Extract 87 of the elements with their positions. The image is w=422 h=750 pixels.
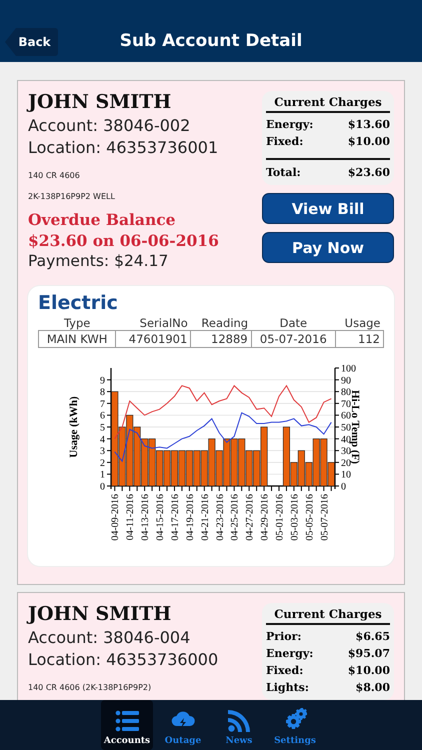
column-header: SerialNo <box>116 316 191 330</box>
date-label: 04-09-2016 <box>110 494 121 541</box>
axis-tick-label: 70 <box>340 398 350 410</box>
date-label: 04-25-2016 <box>229 494 240 541</box>
axis-tick-label: 4 <box>100 434 104 446</box>
charge-label: Lights: <box>266 680 309 696</box>
axis-tick-label: 10 <box>340 470 350 481</box>
axis-tick-label: 0 <box>100 482 104 492</box>
axis-tick-label: 2 <box>100 458 104 469</box>
axis-tick-label: 100 <box>340 364 356 374</box>
charge-label: Fixed: <box>266 134 304 150</box>
axis-tick-label: 5 <box>100 422 104 434</box>
charge-amount: $10.00 <box>348 134 390 150</box>
location-number: Location: 46353736000 <box>28 649 218 671</box>
charge-amount: $95.07 <box>348 646 390 662</box>
axis-tick-label: 80 <box>340 387 350 398</box>
column-header: Date <box>251 316 336 330</box>
pay-now-button[interactable]: Pay Now <box>262 232 394 263</box>
charge-amount: $13.60 <box>348 117 390 133</box>
account-number: Account: 38046-002 <box>28 115 190 137</box>
axis-tick-label: 20 <box>340 458 350 469</box>
payments-text: Payments: $24.17 <box>28 251 168 272</box>
axis-tick-label: 50 <box>340 422 350 434</box>
account-holder-name: JOHN SMITH <box>28 603 172 625</box>
address-text: 140 CR 4606 <box>28 171 80 180</box>
date-label: 04-27-2016 <box>244 494 256 541</box>
date-label: 05-07-2016 <box>318 494 330 541</box>
account-holder-name: JOHN SMITH <box>28 91 172 113</box>
charge-amount: $10.00 <box>348 663 390 679</box>
overdue-text: $23.60 on 06-06-2016 <box>28 230 219 251</box>
date-label: 04-21-2016 <box>199 494 210 541</box>
charges-title: Current Charges <box>266 607 390 625</box>
column-header: Usage <box>336 316 384 330</box>
axis-tick-label: 7 <box>100 398 104 410</box>
axis-tick-label: 8 <box>100 387 104 398</box>
axis-title: Usage (kWh) <box>68 396 80 458</box>
overdue-text: Overdue Balance <box>28 209 176 230</box>
date-label: 04-11-2016 <box>124 494 136 540</box>
tab[interactable]: News <box>213 700 265 750</box>
charge-label: Prior: <box>266 629 302 645</box>
axis-tick-label: 9 <box>100 375 104 386</box>
date-label: 04-13-2016 <box>140 494 151 541</box>
charge-label: Fixed: <box>266 663 304 679</box>
date-label: 04-15-2016 <box>154 494 166 541</box>
list-icon <box>115 710 139 732</box>
axis-tick-label: 1 <box>100 470 104 481</box>
back-button[interactable]: Back <box>5 28 58 56</box>
settings-icon <box>283 708 307 732</box>
view-bill-button[interactable]: View Bill <box>262 193 394 224</box>
axis-tick-label: 6 <box>100 410 104 422</box>
charge-amount: $8.00 <box>356 680 390 696</box>
column-header: Reading <box>190 316 252 330</box>
screen-title: Sub Account Detail <box>120 31 302 51</box>
charge-amount: $6.65 <box>356 629 390 645</box>
date-label: 04-17-2016 <box>169 494 180 541</box>
axis-tick-label: 3 <box>100 446 104 458</box>
rss-icon <box>228 710 250 732</box>
address-text: 140 CR 4606 (2K-138P16P9P2) <box>28 683 152 692</box>
location-number: Location: 46353736001 <box>28 137 218 159</box>
date-label: 05-05-2016 <box>304 494 315 541</box>
address-text: 2K-138P16P9P2 WELL <box>28 192 115 201</box>
axis-tick-label: 0 <box>340 482 346 492</box>
date-label: 04-23-2016 <box>214 494 226 541</box>
axis-tick-label: 30 <box>340 446 350 458</box>
table-cell: 05-07-2016 <box>251 330 336 348</box>
charges-title: Current Charges <box>266 95 390 113</box>
charge-label: Energy: <box>266 117 314 133</box>
axis-tick-label: 40 <box>340 434 350 446</box>
account-number: Account: 38046-004 <box>28 627 190 649</box>
total-amount: $23.60 <box>348 165 390 181</box>
tab[interactable]: Accounts <box>101 700 153 750</box>
date-label: 04-29-2016 <box>259 494 270 541</box>
table-cell: MAIN KWH <box>38 330 116 348</box>
table-cell: 12889 <box>190 330 252 348</box>
meter-title: Electric <box>38 292 119 314</box>
column-header: Type <box>38 316 116 330</box>
table-cell: 112 <box>336 330 384 348</box>
charge-label: Energy: <box>266 646 314 662</box>
axis-tick-label: 60 <box>340 410 350 422</box>
total-label: Total: <box>266 165 301 181</box>
table-cell: 47601901 <box>116 330 191 348</box>
axis-tick-label: 90 <box>340 375 350 386</box>
tab[interactable]: Settings <box>269 700 321 750</box>
tab[interactable]: Outage <box>157 700 209 750</box>
date-label: 04-19-2016 <box>184 494 196 541</box>
date-label: 05-03-2016 <box>288 494 300 541</box>
date-label: 05-01-2016 <box>274 494 285 541</box>
